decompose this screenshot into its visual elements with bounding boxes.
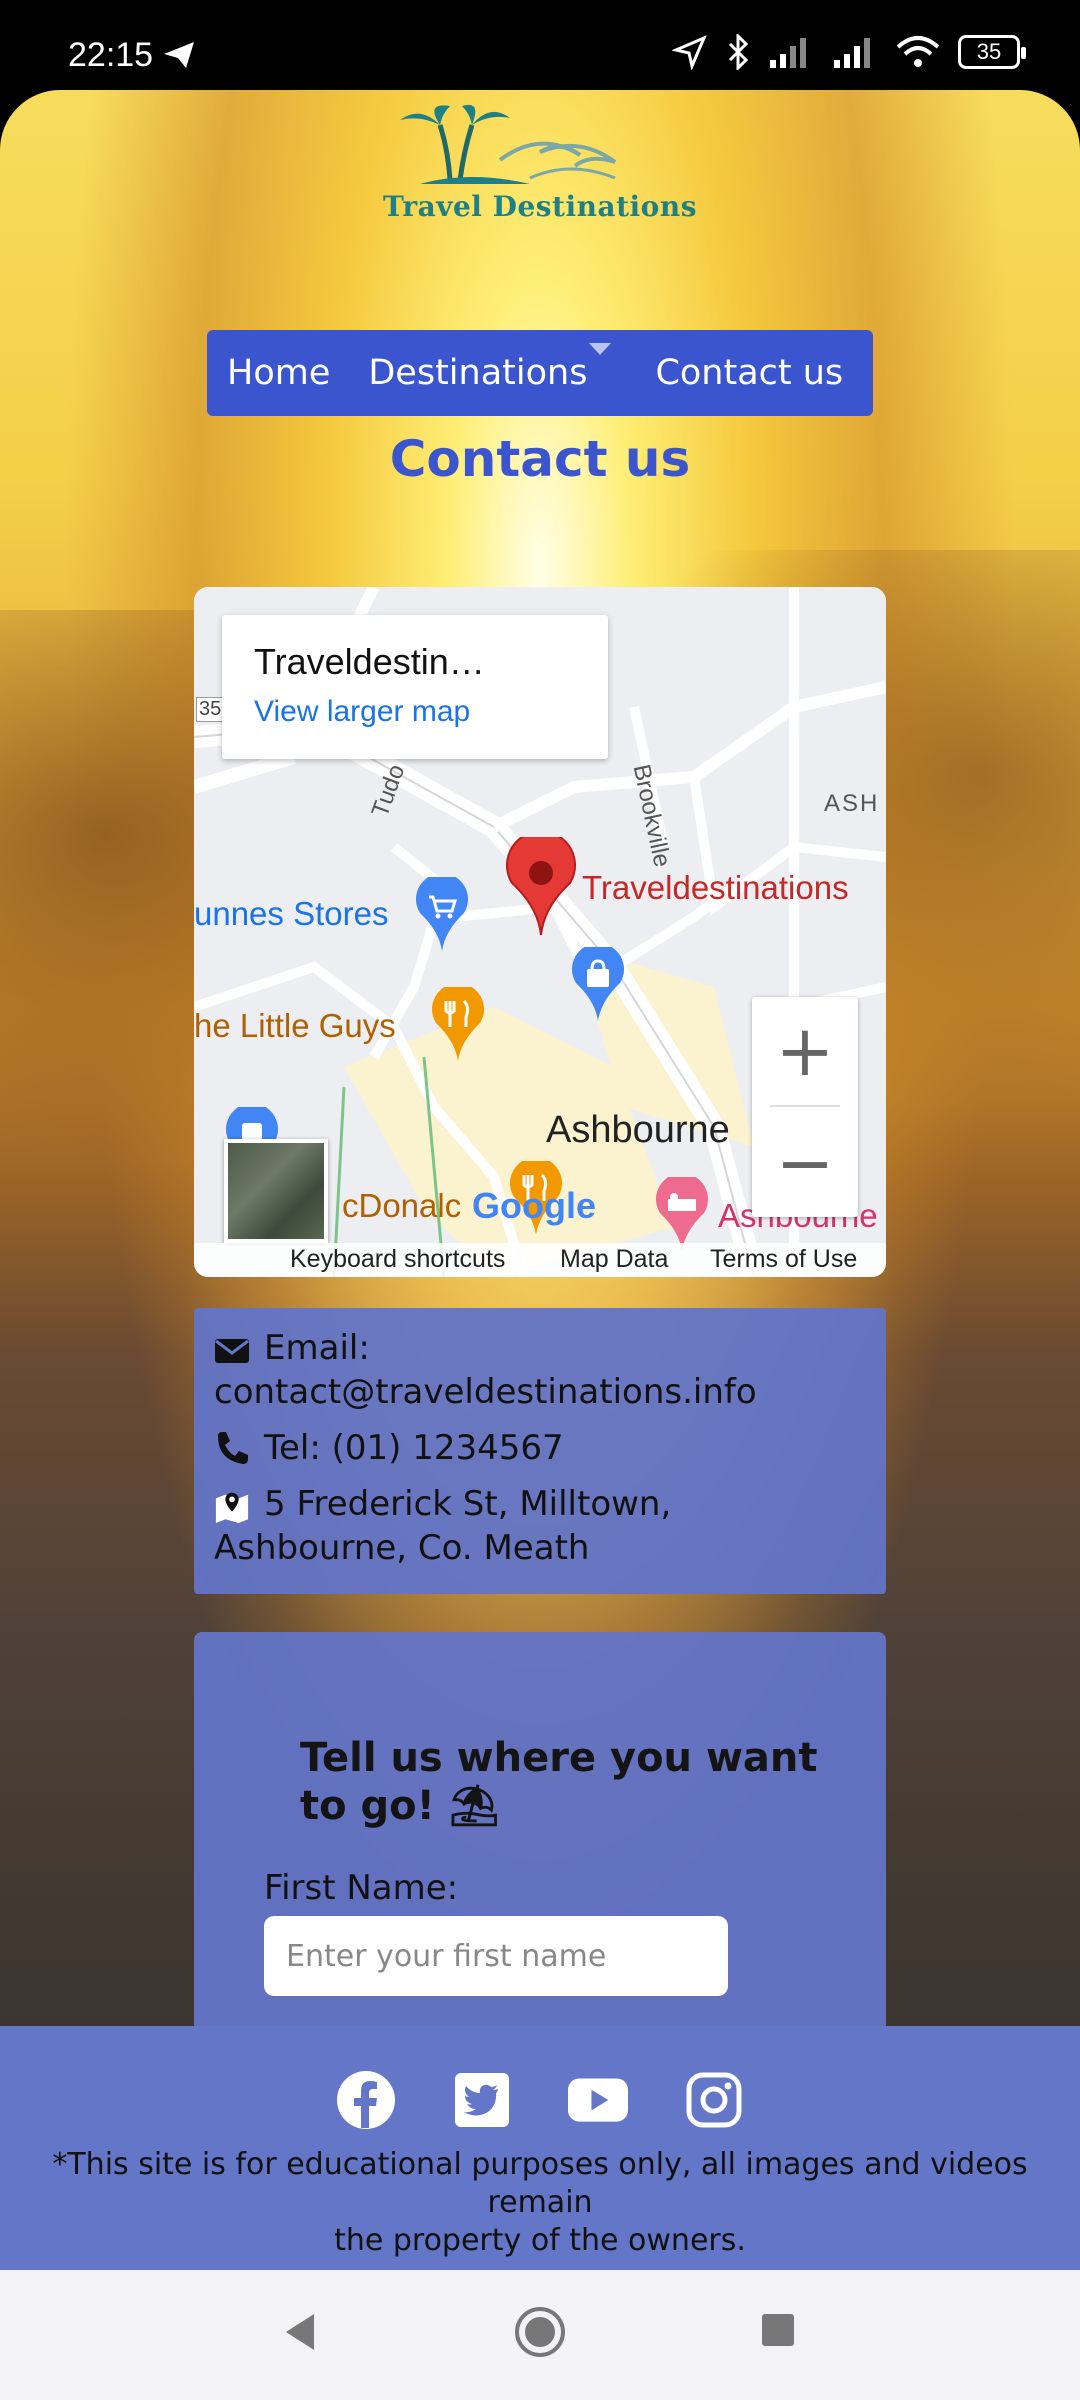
palm-tree-logo-icon [400, 104, 617, 184]
nav-home[interactable]: Home [227, 353, 330, 393]
google-watermark: Google [472, 1185, 596, 1226]
back-button-icon[interactable] [280, 2310, 320, 2354]
wifi-icon [896, 36, 940, 67]
nav-destinations-label: Destinations [368, 353, 588, 393]
email-value-row: contact@traveldestinations.info [214, 1370, 757, 1415]
zoom-controls: + − [752, 997, 858, 1217]
footer-disclaimer: *This site is for educational purposes o… [0, 2146, 1080, 2260]
status-time: 22:15 [68, 36, 154, 74]
map-label-dunnes: unnes Stores [194, 895, 389, 932]
location-icon [672, 35, 707, 70]
trip-request-form: Tell us where you want to go! ⛱ First Na… [194, 1632, 886, 2032]
zoom-out-button[interactable]: − [752, 1109, 858, 1217]
address-row-2: Ashbourne, Co. Meath [214, 1526, 589, 1571]
page-title: Contact us [389, 430, 691, 488]
battery-icon: 35 [958, 35, 1026, 69]
main-nav: Home Destinations Contact us [207, 330, 873, 416]
map-footer: Keyboard shortcuts Map Data Terms of Use [194, 1243, 886, 1277]
zoom-in-button[interactable]: + [752, 997, 858, 1105]
first-name-label: First Name: [264, 1868, 459, 1908]
restaurant-pin-icon[interactable] [430, 987, 486, 1063]
view-larger-map-link[interactable]: View larger map [254, 695, 470, 729]
map-label-mcdonalds: cDonalc [342, 1187, 462, 1224]
zoom-divider [770, 1105, 840, 1107]
facebook-icon[interactable] [336, 2070, 396, 2130]
map-marked-icon [215, 1492, 249, 1524]
disclaimer-line2: the property of the owners. [334, 2223, 746, 2258]
map-label-little-guys: he Little Guys [194, 1007, 396, 1044]
tel-row: Tel: (01) 1234567 [214, 1426, 564, 1471]
site-footer: *This site is for educational purposes o… [0, 2026, 1080, 2270]
email-value[interactable]: contact@traveldestinations.info [214, 1370, 757, 1415]
map-place-name: Traveldestin… [254, 641, 485, 682]
nav-destinations[interactable]: Destinations [368, 343, 612, 393]
dropdown-caret-icon [589, 343, 612, 355]
signal-icon-2 [834, 38, 870, 68]
email-label: Email: [264, 1328, 370, 1368]
nav-contact[interactable]: Contact us [655, 353, 843, 393]
bluetooth-icon [728, 34, 749, 70]
map-data-link[interactable]: Map Data [560, 1245, 668, 1274]
tel-value[interactable]: Tel: (01) 1234567 [264, 1426, 564, 1471]
terms-of-use-link[interactable]: Terms of Use [710, 1245, 857, 1274]
form-heading: Tell us where you want to go! ⛱ [300, 1735, 818, 1829]
page-background: Travel Destinations Home Destinations Co… [0, 90, 1080, 2270]
social-links [0, 2070, 1080, 2130]
signal-icon [770, 38, 806, 68]
hotel-pin-icon[interactable] [654, 1177, 710, 1253]
map-label-pin: Traveldestinations [582, 869, 849, 906]
email-row: Email: [214, 1326, 370, 1371]
contact-info-box: Email: contact@traveldestinations.info T… [194, 1308, 886, 1594]
shopping-bag-pin-icon[interactable] [570, 947, 626, 1023]
logo-text: Travel Destinations [383, 190, 697, 223]
recents-button-icon[interactable] [760, 2312, 796, 2348]
map-info-card: Traveldestin… View larger map [222, 615, 608, 759]
status-bar: 22:15 35 [0, 0, 1080, 92]
twitter-icon[interactable] [452, 2070, 512, 2130]
map-label-ash: ASH [824, 790, 880, 817]
site-logo[interactable]: Travel Destinations [380, 100, 700, 223]
satellite-toggle-button[interactable] [224, 1139, 328, 1243]
system-nav-bar [0, 2270, 1080, 2400]
keyboard-shortcuts-link[interactable]: Keyboard shortcuts [290, 1245, 505, 1274]
first-name-input[interactable]: Enter your first name [264, 1916, 728, 1996]
shopping-cart-pin-icon[interactable] [414, 877, 470, 953]
google-map[interactable]: 35 Tudo Brookville ASH Traveldestination… [194, 587, 886, 1277]
envelope-icon [215, 1339, 249, 1363]
map-label-ashbourne: Ashbourne [546, 1109, 730, 1151]
instagram-icon[interactable] [684, 2070, 744, 2130]
telegram-icon [164, 42, 194, 68]
address-row: 5 Frederick St, Milltown, [214, 1482, 671, 1527]
youtube-icon[interactable] [568, 2070, 628, 2130]
map-label-num: 35 [196, 697, 225, 722]
home-button-icon[interactable] [514, 2306, 566, 2358]
address-line2: Ashbourne, Co. Meath [214, 1528, 590, 1568]
phone-icon [218, 1432, 248, 1464]
location-pin-icon[interactable] [504, 837, 578, 937]
disclaimer-line1: *This site is for educational purposes o… [52, 2147, 1028, 2220]
address-line1: 5 Frederick St, Milltown, [264, 1484, 672, 1524]
